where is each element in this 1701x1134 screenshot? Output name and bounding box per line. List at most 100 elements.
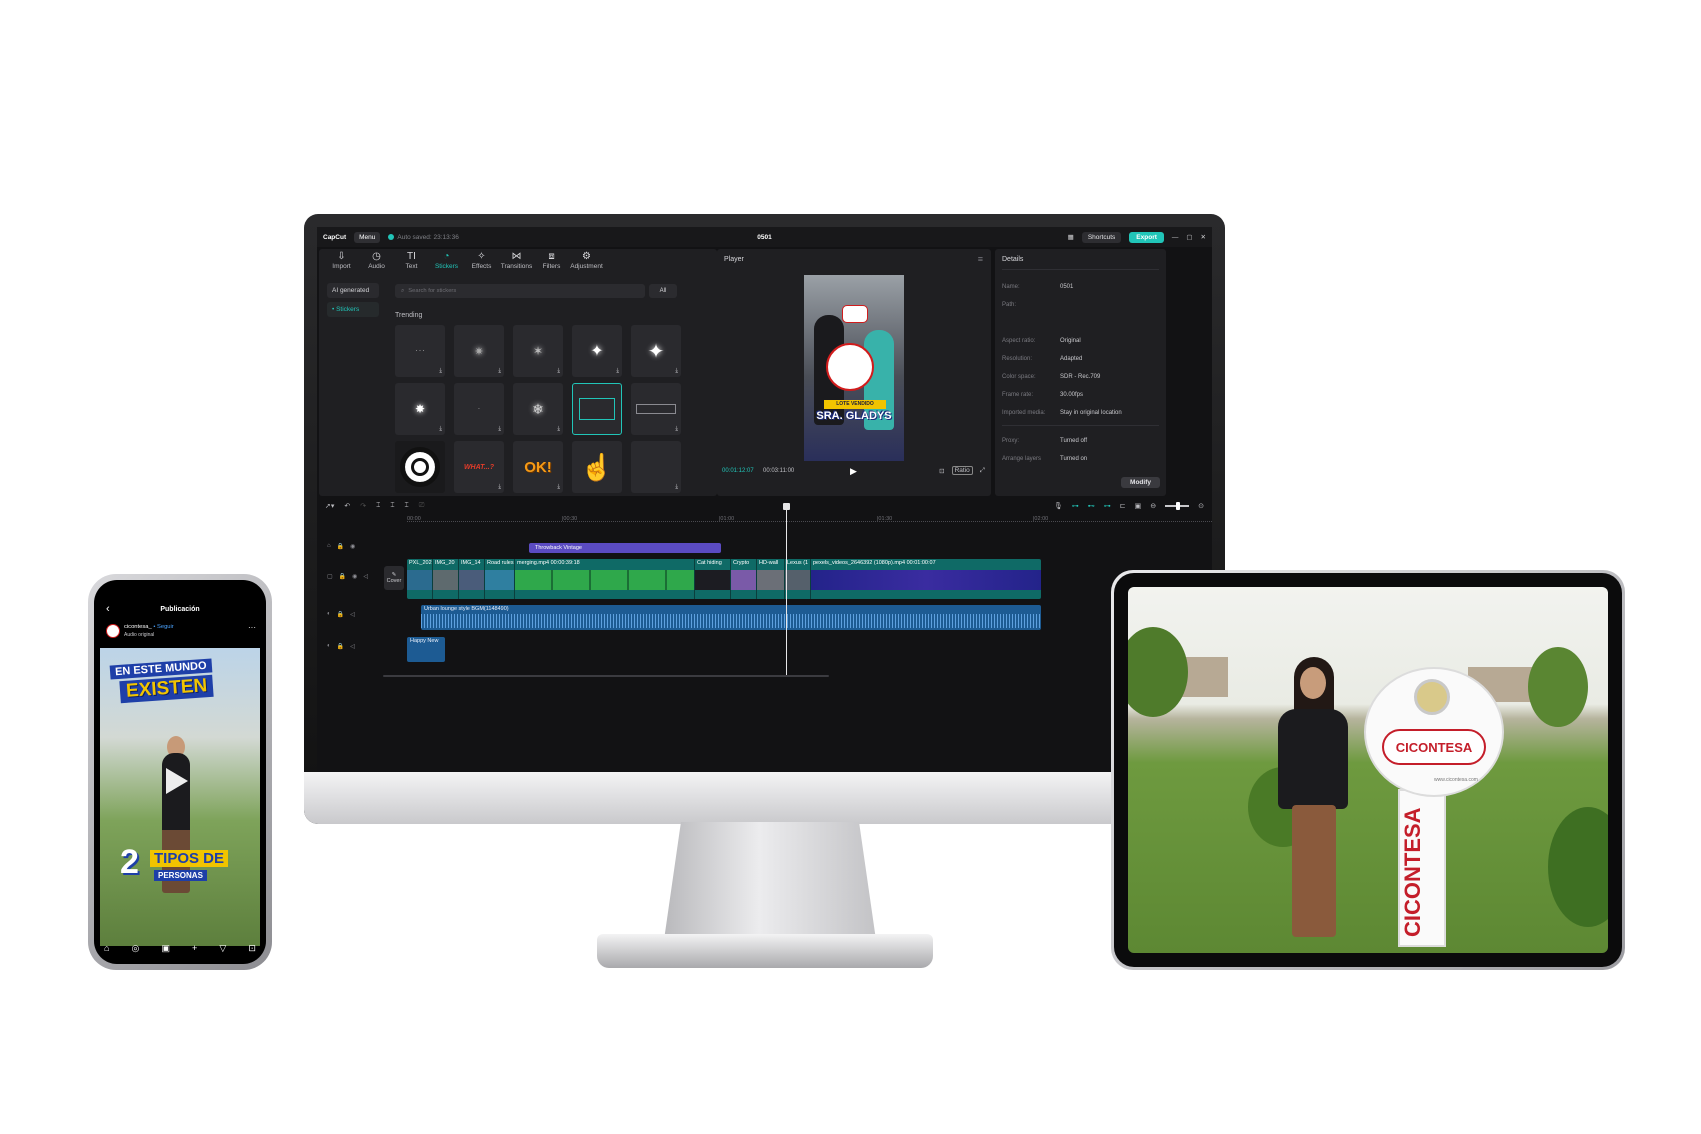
sticker-item[interactable]: · · · ⤓	[395, 325, 445, 377]
detail-row-arrange[interactable]: Arrange layers Turned on	[1002, 456, 1160, 462]
delete-icon[interactable]: ⎚	[419, 502, 425, 510]
download-icon[interactable]: ⤓	[498, 426, 501, 433]
reels-icon[interactable]: ▣	[161, 943, 170, 954]
layout-icon[interactable]: ▦	[1068, 233, 1074, 241]
trim-right-icon[interactable]: ⌶	[405, 502, 409, 510]
sticker-item[interactable]: OK! ⤓	[513, 441, 563, 493]
sticker-item[interactable]: ☝	[572, 441, 622, 493]
lock-icon[interactable]: 🔒	[337, 543, 344, 550]
download-icon[interactable]: ⤓	[498, 484, 501, 491]
download-icon[interactable]: ⤓	[498, 368, 501, 375]
sticker-item[interactable]: · ⤓	[454, 383, 504, 435]
split-icon[interactable]: ⌶	[376, 502, 380, 510]
play-icon[interactable]	[166, 768, 188, 794]
create-icon[interactable]: +	[192, 943, 197, 954]
trim-left-icon[interactable]: ⌶	[390, 502, 394, 510]
sticker-item[interactable]: ❄ ⤓	[513, 383, 563, 435]
download-icon[interactable]: ⤓	[616, 368, 619, 375]
sticker-item[interactable]: ✸ ⤓	[395, 383, 445, 435]
sticker-item[interactable]: ✷ ⤓	[454, 325, 504, 377]
linkage-icon[interactable]: ⊶	[1104, 502, 1111, 510]
home-icon[interactable]: ⌂	[104, 943, 109, 954]
download-icon[interactable]: ⤓	[557, 484, 560, 491]
tab-adjustment[interactable]: ⚙ Adjustment	[570, 249, 603, 277]
avatar[interactable]	[106, 624, 120, 638]
undo-icon[interactable]: ↶	[344, 502, 350, 510]
download-icon[interactable]: ⤓	[675, 484, 678, 491]
video-clip[interactable]: IMG_14	[459, 559, 485, 599]
video-clip[interactable]: IMG_20	[433, 559, 459, 599]
mute-icon[interactable]: ◁	[350, 643, 355, 650]
tab-import[interactable]: ⇩ Import	[325, 249, 358, 277]
video-clip[interactable]: Crypto	[731, 559, 757, 599]
effect-clip[interactable]: Throwback Vintage	[529, 543, 721, 553]
track-icon[interactable]: ▢	[327, 573, 333, 580]
ratio-button[interactable]: Ratio	[951, 466, 973, 475]
modify-button[interactable]: Modify	[1121, 477, 1160, 488]
player-menu-icon[interactable]: ≡	[978, 254, 983, 264]
mute-icon[interactable]: ◁	[363, 573, 368, 580]
sticker-item-selected[interactable]	[572, 383, 622, 435]
play-icon[interactable]: ▶	[850, 466, 857, 477]
post-author[interactable]: cicontesa_ • Seguir	[124, 624, 174, 630]
fullscreen-icon[interactable]: ⤢	[980, 467, 985, 475]
redo-icon[interactable]: ↷	[360, 502, 366, 510]
time-ruler[interactable]: 00:00 |00:30 |01:00 |01:30 |02:00	[407, 515, 1212, 525]
audio-track-icon[interactable]: ◐	[327, 643, 331, 650]
video-clip[interactable]: PXL_202	[407, 559, 433, 599]
close-icon[interactable]: ✕	[1201, 233, 1206, 241]
zoom-slider[interactable]	[1165, 502, 1190, 510]
zoom-out-icon[interactable]: ⊖	[1150, 502, 1156, 510]
sticker-item[interactable]	[395, 441, 445, 493]
sticker-item[interactable]: ✶ ⤓	[513, 325, 563, 377]
microphone-icon[interactable]: 🎙	[1054, 502, 1063, 510]
post-video[interactable]: EN ESTE MUNDO EXISTEN 2 TIPOS DE PERSONA…	[100, 648, 260, 946]
maximize-icon[interactable]: ▢	[1186, 233, 1192, 241]
audio-clip[interactable]: Happy New	[407, 637, 445, 662]
mute-icon[interactable]: ◁	[350, 611, 355, 618]
video-clip[interactable]: pexels_videos_2646392 (1080p).mp4 00:01:…	[811, 559, 1041, 599]
screenshot-icon[interactable]: ⊡	[939, 467, 944, 475]
video-clip[interactable]: merging.mp4 00:00:39:18	[515, 559, 695, 599]
category-stickers[interactable]: • Stickers	[327, 302, 379, 317]
video-clip[interactable]: HD-wall	[757, 559, 785, 599]
menu-button[interactable]: Menu	[354, 231, 381, 243]
follow-link[interactable]: • Seguir	[153, 624, 173, 630]
more-icon[interactable]: ···	[248, 623, 256, 632]
audio-clip[interactable]: Urban lounge style BGM(1148490)	[421, 605, 1041, 630]
download-icon[interactable]: ⤓	[557, 368, 560, 375]
sticker-item[interactable]: ✦ ⤓	[572, 325, 622, 377]
sticker-item[interactable]: ⤓	[631, 383, 681, 435]
explore-icon[interactable]: ◎	[132, 943, 140, 954]
download-icon[interactable]: ⤓	[675, 368, 678, 375]
send-icon[interactable]: ▽	[219, 943, 226, 954]
video-preview[interactable]: LOTE VENDIDO SRA. GLADYS	[804, 275, 904, 461]
download-icon[interactable]: ⤓	[557, 426, 560, 433]
eye-icon[interactable]: ◉	[350, 543, 355, 550]
auto-snap-icon[interactable]: ⊷	[1088, 502, 1095, 510]
sticker-item[interactable]: WHAT...? ⤓	[454, 441, 504, 493]
main-track-magnet-icon[interactable]: ⊶	[1072, 502, 1079, 510]
shortcuts-button[interactable]: Shortcuts	[1081, 231, 1122, 243]
video-clip[interactable]: Cat hiding	[695, 559, 731, 599]
search-input[interactable]: ⌕ Search for stickers	[395, 284, 645, 298]
tab-transitions[interactable]: ⋈ Transitions	[500, 249, 533, 277]
detail-row-proxy[interactable]: Proxy: Turned off	[1002, 438, 1160, 444]
lock-icon[interactable]: 🔒	[337, 611, 344, 618]
lock-icon[interactable]: 🔒	[339, 573, 346, 580]
tab-stickers[interactable]: ◔ Stickers	[430, 249, 463, 277]
category-ai-generated[interactable]: AI generated	[327, 283, 379, 298]
eye-icon[interactable]: ◉	[352, 573, 357, 580]
filter-all-button[interactable]: All	[649, 284, 677, 298]
sticker-item[interactable]: ✦ ⤓	[631, 325, 681, 377]
video-clip[interactable]: Road rules	[485, 559, 515, 599]
minimize-icon[interactable]: —	[1172, 234, 1179, 241]
tab-text[interactable]: TI Text	[395, 249, 428, 277]
audio-track-icon[interactable]: ◐	[327, 611, 331, 618]
video-clip[interactable]: Lexus (1	[785, 559, 811, 599]
export-button[interactable]: Export	[1129, 231, 1164, 243]
profile-icon[interactable]: ⊡	[248, 943, 256, 954]
select-tool-icon[interactable]: ➚▾	[325, 502, 334, 510]
download-icon[interactable]: ⤓	[439, 368, 442, 375]
tab-effects[interactable]: ✧ Effects	[465, 249, 498, 277]
